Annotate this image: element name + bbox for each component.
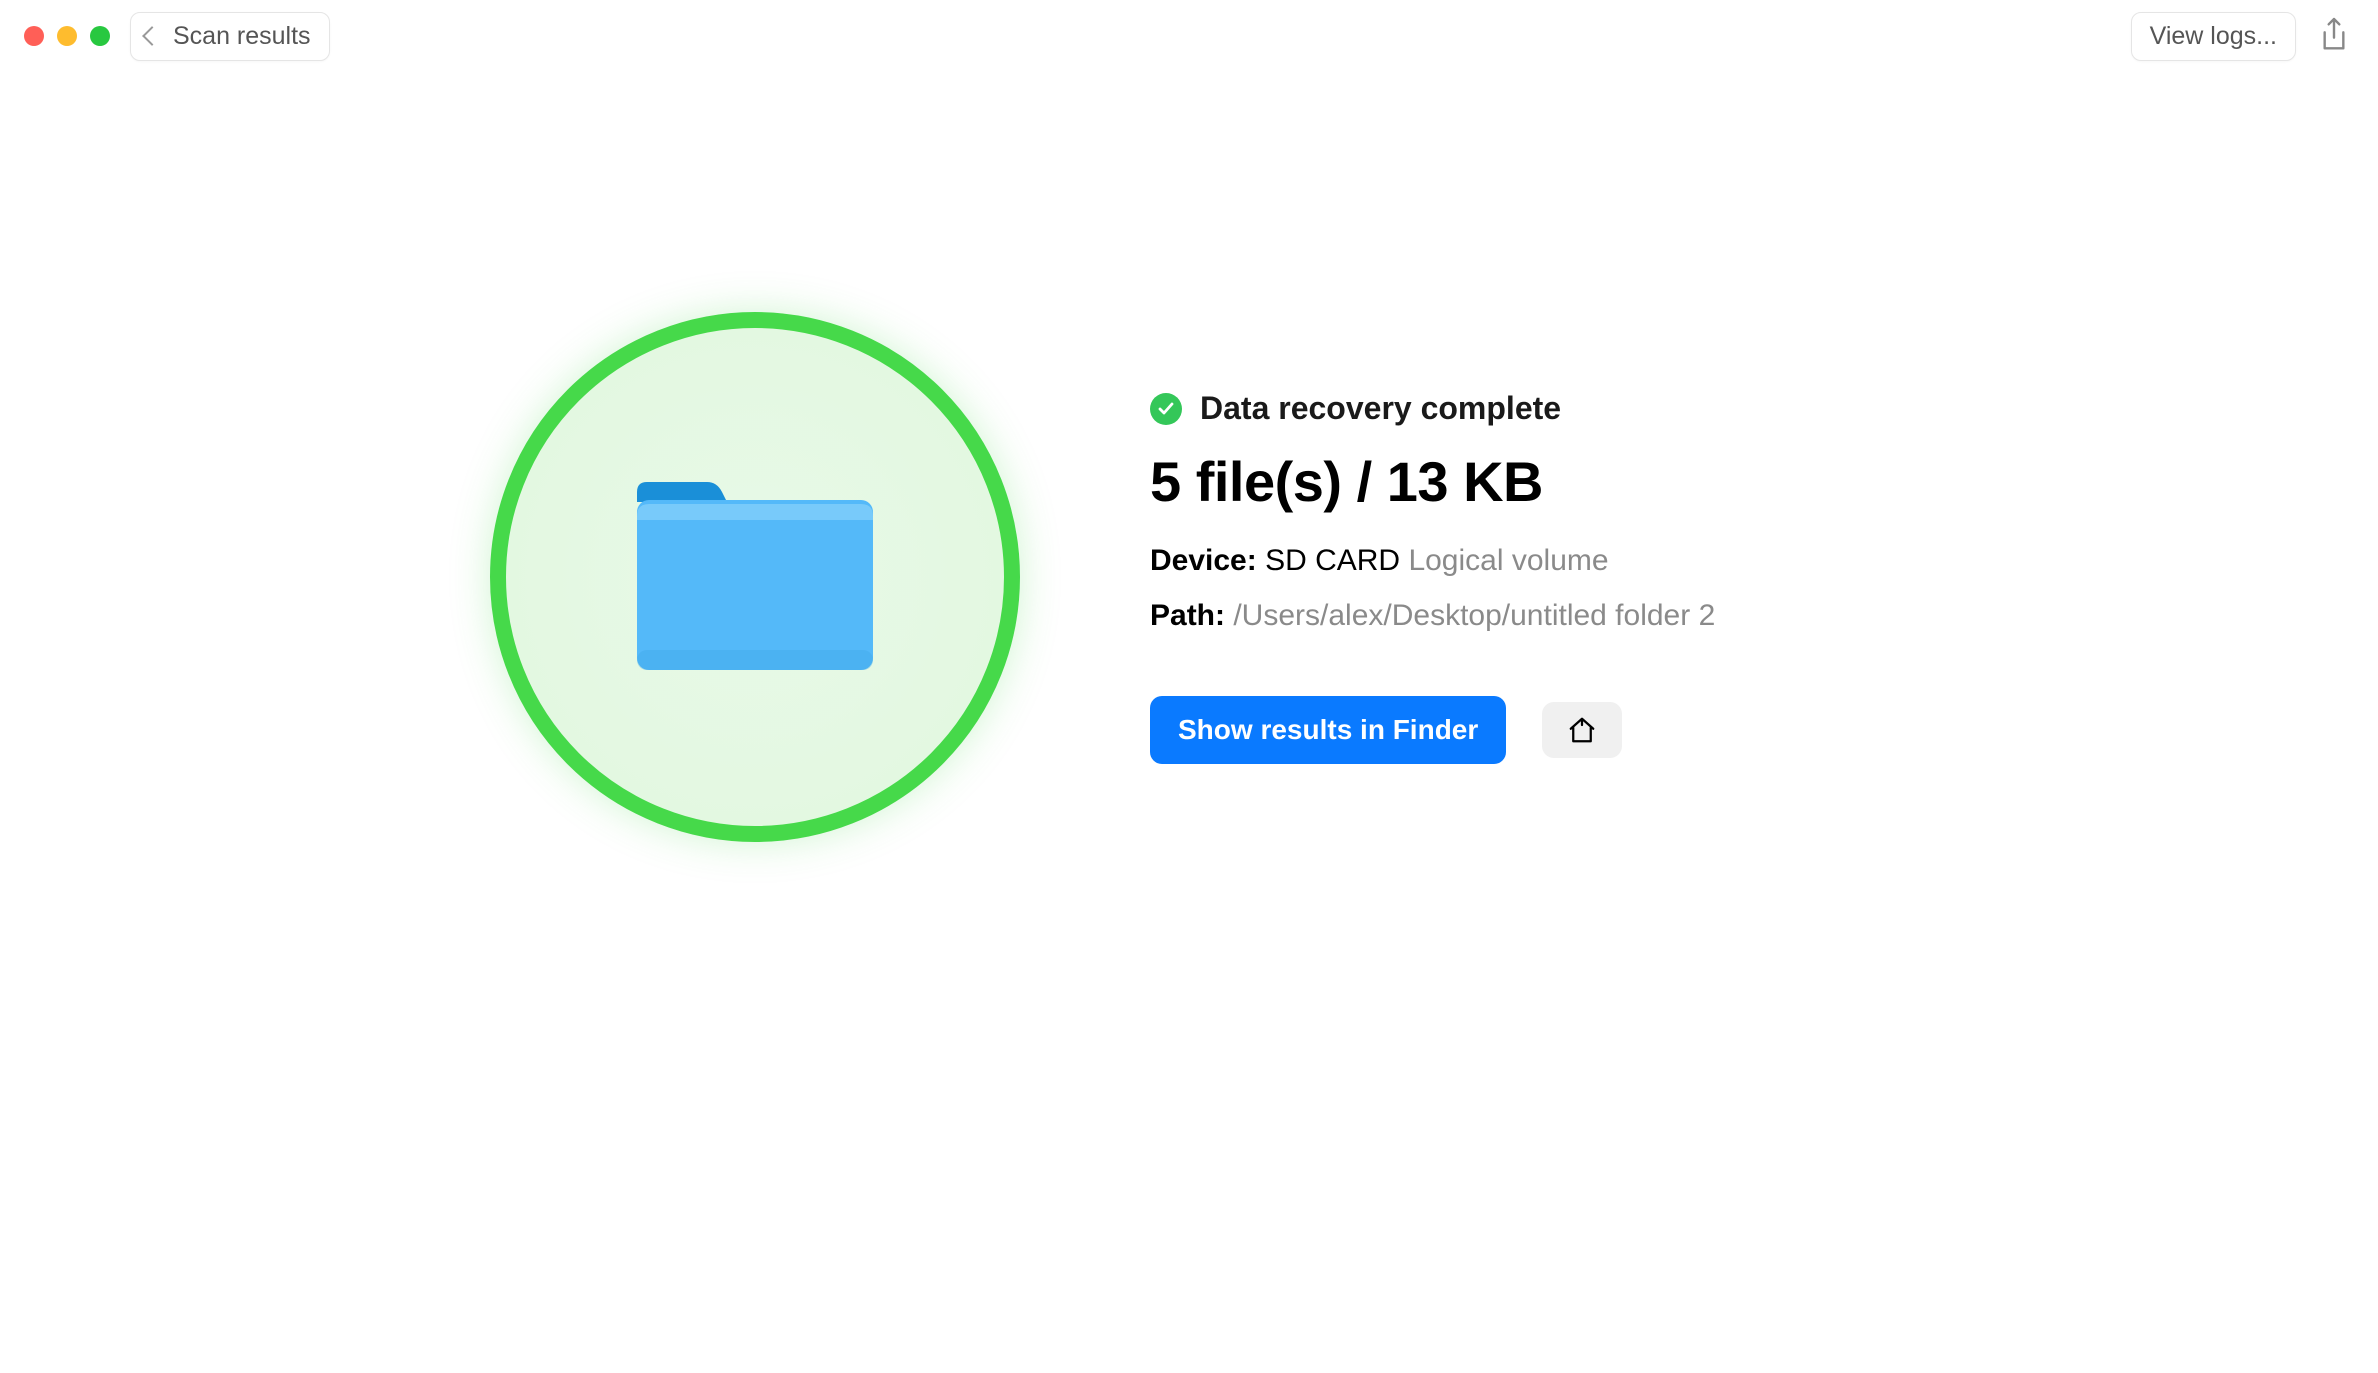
show-results-button[interactable]: Show results in Finder bbox=[1150, 696, 1506, 764]
device-label: Device: bbox=[1150, 544, 1257, 577]
window-close-button[interactable] bbox=[24, 26, 44, 46]
device-name: SD CARD bbox=[1265, 544, 1400, 577]
titlebar-left: Scan results bbox=[24, 12, 330, 61]
folder-icon bbox=[627, 472, 883, 682]
titlebar: Scan results View logs... bbox=[0, 0, 2378, 72]
success-circle bbox=[490, 312, 1020, 842]
back-button[interactable]: Scan results bbox=[130, 12, 330, 61]
traffic-lights bbox=[24, 26, 110, 46]
chevron-left-icon bbox=[142, 26, 162, 46]
window-maximize-button[interactable] bbox=[90, 26, 110, 46]
titlebar-right: View logs... bbox=[2131, 12, 2354, 61]
status-text: Data recovery complete bbox=[1200, 390, 1561, 427]
info-section: Data recovery complete 5 file(s) / 13 KB… bbox=[1150, 390, 1715, 764]
path-line: Path: /Users/alex/Desktop/untitled folde… bbox=[1150, 593, 1715, 638]
check-badge-icon bbox=[1150, 393, 1182, 425]
summary-text: 5 file(s) / 13 KB bbox=[1150, 449, 1715, 514]
share-button[interactable] bbox=[2314, 12, 2354, 61]
device-type: Logical volume bbox=[1408, 544, 1608, 577]
window-minimize-button[interactable] bbox=[57, 26, 77, 46]
main-content: Data recovery complete 5 file(s) / 13 KB… bbox=[0, 72, 2378, 842]
status-line: Data recovery complete bbox=[1150, 390, 1715, 427]
home-icon bbox=[1567, 715, 1597, 745]
view-logs-button[interactable]: View logs... bbox=[2131, 12, 2296, 61]
back-button-label: Scan results bbox=[173, 22, 311, 51]
path-label: Path: bbox=[1150, 599, 1225, 632]
share-icon bbox=[2318, 16, 2350, 54]
home-button[interactable] bbox=[1542, 702, 1622, 758]
action-row: Show results in Finder bbox=[1150, 696, 1715, 764]
path-value: /Users/alex/Desktop/untitled folder 2 bbox=[1233, 599, 1715, 632]
device-line: Device: SD CARD Logical volume bbox=[1150, 538, 1715, 583]
